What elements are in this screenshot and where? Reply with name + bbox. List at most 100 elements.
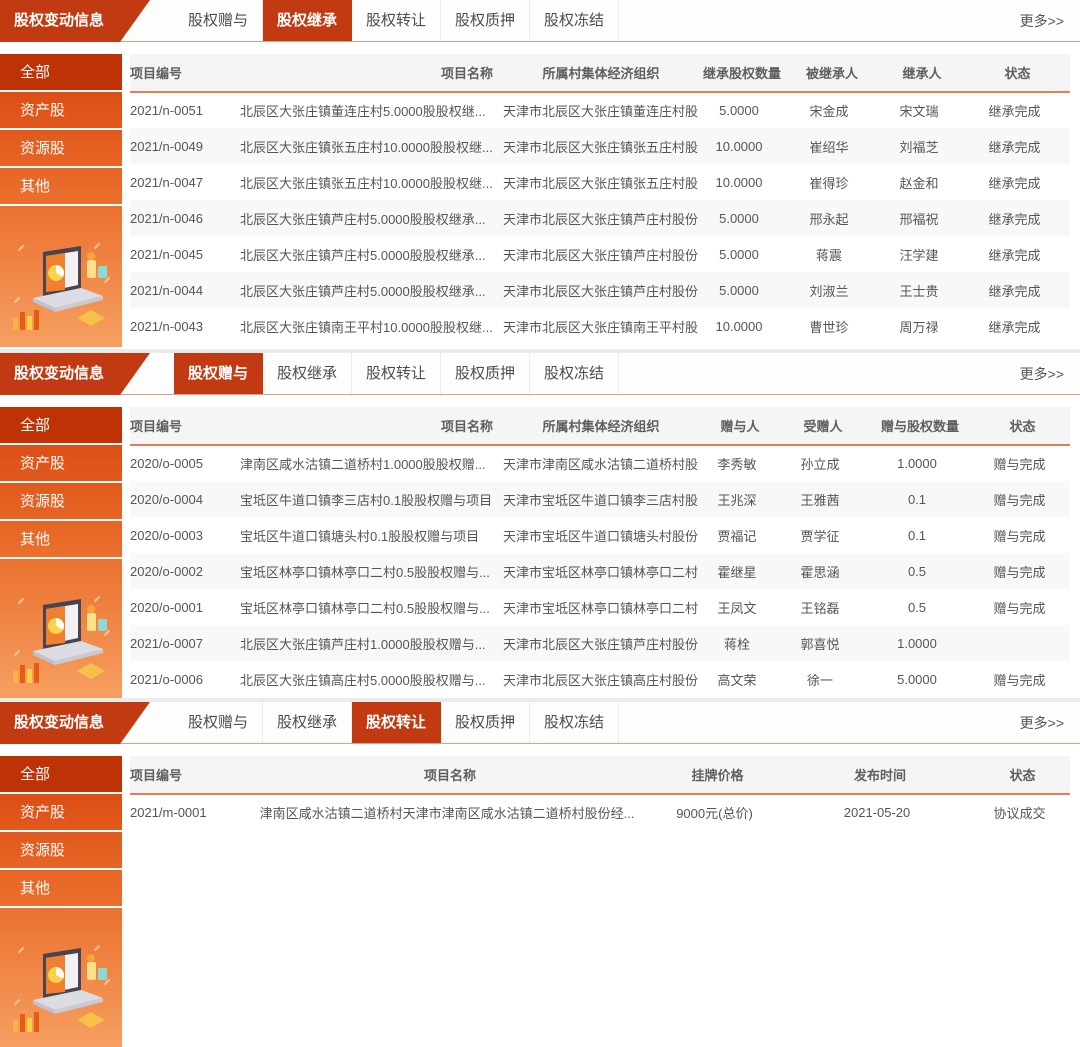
table-body: 2021/n-0051北辰区大张庄镇董连庄村5.0000股股权继...天津市北辰… — [130, 92, 1070, 344]
tab[interactable]: 股权质押 — [441, 0, 530, 42]
table-cell: 9000元(总价) — [650, 794, 785, 830]
table-cell: 天津市津南区咸水沽镇二道桥村股... — [503, 445, 699, 481]
column-header: 项目编号 — [130, 54, 240, 92]
table-row[interactable]: 2020/o-0003宝坻区牛道口镇塘头村0.1股股权赠与项目天津市宝坻区牛道口… — [130, 517, 1070, 553]
panel-header: 股权变动信息 股权赠与 股权继承 股权转让 股权质押 股权冻结 更多>> — [0, 353, 1080, 395]
sidebar-item[interactable]: 其他 — [0, 168, 122, 206]
table-row[interactable]: 2020/o-0005津南区咸水沽镇二道桥村1.0000股股权赠...天津市津南… — [130, 445, 1070, 481]
table-cell: 北辰区大张庄镇高庄村5.0000股股权赠与... — [240, 661, 503, 697]
table-row[interactable]: 2020/o-0001宝坻区林亭口镇林亭口二村0.5股股权赠与...天津市宝坻区… — [130, 589, 1070, 625]
table-cell: 2021/o-0007 — [130, 625, 240, 661]
sidebar-item[interactable]: 资产股 — [0, 794, 122, 832]
table-cell: 曹世珍 — [785, 308, 879, 344]
table-cell: 蒋栓 — [699, 625, 781, 661]
tab[interactable]: 股权质押 — [441, 702, 530, 744]
tab[interactable]: 股权质押 — [441, 353, 530, 395]
sidebar-item[interactable]: 全部 — [0, 54, 122, 92]
table-row[interactable]: 2021/n-0049北辰区大张庄镇张五庄村10.0000股股权继...天津市北… — [130, 128, 1070, 164]
table-cell: 赠与完成 — [975, 589, 1070, 625]
table-cell: 崔得珍 — [785, 164, 879, 200]
column-header: 项目编号 — [130, 756, 250, 794]
table-cell: 继承完成 — [965, 272, 1070, 308]
more-link[interactable]: 更多>> — [1020, 702, 1064, 744]
table-cell: 天津市北辰区大张庄镇芦庄村股份... — [503, 625, 699, 661]
sidebar-item[interactable]: 资产股 — [0, 445, 122, 483]
table-area: 项目编号项目名称所属村集体经济组织赠与人受赠人赠与股权数量状态 2020/o-0… — [122, 407, 1080, 698]
table-cell: 2021/n-0047 — [130, 164, 240, 200]
table-cell: 0.1 — [865, 481, 975, 517]
table-cell: 0.5 — [865, 553, 975, 589]
table-cell: 天津市宝坻区林亭口镇林亭口二村... — [503, 589, 699, 625]
table-cell: 王兆深 — [699, 481, 781, 517]
table-row[interactable]: 2020/o-0004宝坻区牛道口镇李三店村0.1股股权赠与项目天津市宝坻区牛道… — [130, 481, 1070, 517]
equity-change-panel-inheritance: 股权变动信息 股权赠与 股权继承 股权转让 股权质押 股权冻结 更多>> 全部 — [0, 0, 1080, 349]
table-row[interactable]: 2021/o-0006北辰区大张庄镇高庄村5.0000股股权赠与...天津市北辰… — [130, 661, 1070, 697]
table-cell: 刘淑兰 — [785, 272, 879, 308]
table-cell: 霍继星 — [699, 553, 781, 589]
sidebar-item[interactable]: 资源股 — [0, 832, 122, 870]
table-cell: 王铭磊 — [781, 589, 865, 625]
tab[interactable]: 股权冻结 — [530, 0, 619, 42]
table-cell: 天津市北辰区大张庄镇南王平村股... — [503, 308, 699, 344]
table-row[interactable]: 2021/n-0043北辰区大张庄镇南王平村10.0000股股权继...天津市北… — [130, 308, 1070, 344]
table-row[interactable]: 2021/n-0047北辰区大张庄镇张五庄村10.0000股股权继...天津市北… — [130, 164, 1070, 200]
table-cell: 2021/n-0045 — [130, 236, 240, 272]
table-cell: 2020/o-0005 — [130, 445, 240, 481]
sidebar-item[interactable]: 其他 — [0, 521, 122, 559]
column-header: 状态 — [975, 756, 1070, 794]
tab[interactable]: 股权继承 — [263, 353, 352, 395]
table-row[interactable]: 2020/o-0002宝坻区林亭口镇林亭口二村0.5股股权赠与...天津市宝坻区… — [130, 553, 1070, 589]
table-cell: 10.0000 — [699, 308, 785, 344]
tab[interactable]: 股权继承 — [263, 0, 352, 42]
table-cell: 继承完成 — [965, 128, 1070, 164]
table-cell: 10.0000 — [699, 164, 785, 200]
table-area: 项目编号项目名称挂牌价格发布时间状态 2021/m-0001津南区咸水沽镇二道桥… — [122, 756, 1080, 1047]
more-link[interactable]: 更多>> — [1020, 353, 1064, 395]
more-link[interactable]: 更多>> — [1020, 0, 1064, 42]
sidebar-item[interactable]: 资产股 — [0, 92, 122, 130]
table-cell: 5.0000 — [699, 200, 785, 236]
tab-bar: 股权赠与 股权继承 股权转让 股权质押 股权冻结 — [174, 0, 619, 42]
tab-bar: 股权赠与 股权继承 股权转让 股权质押 股权冻结 — [174, 353, 619, 395]
panel-content: 全部 资产股 资源股 其他 — [0, 756, 1080, 1047]
table-row[interactable]: 2021/n-0045北辰区大张庄镇芦庄村5.0000股股权继承...天津市北辰… — [130, 236, 1070, 272]
tab-bar: 股权赠与 股权继承 股权转让 股权质押 股权冻结 — [174, 702, 619, 744]
table-row[interactable]: 2021/m-0001津南区咸水沽镇二道桥村天津市津南区咸水沽镇二道桥村股份经.… — [130, 794, 1070, 830]
table-row[interactable]: 2021/n-0051北辰区大张庄镇董连庄村5.0000股股权继...天津市北辰… — [130, 92, 1070, 128]
table-cell: 5.0000 — [699, 236, 785, 272]
sidebar-item[interactable]: 全部 — [0, 407, 122, 445]
table-cell: 北辰区大张庄镇张五庄村10.0000股股权继... — [240, 164, 503, 200]
tab[interactable]: 股权转让 — [352, 702, 441, 744]
section-title-ribbon: 股权变动信息 — [0, 0, 150, 42]
sidebar-item[interactable]: 资源股 — [0, 483, 122, 521]
tab[interactable]: 股权继承 — [263, 702, 352, 744]
table-row[interactable]: 2021/n-0046北辰区大张庄镇芦庄村5.0000股股权继承...天津市北辰… — [130, 200, 1070, 236]
table-cell: 继承完成 — [965, 200, 1070, 236]
table-cell: 天津市北辰区大张庄镇芦庄村股份... — [503, 236, 699, 272]
equity-change-panel-gift: 股权变动信息 股权赠与 股权继承 股权转让 股权质押 股权冻结 更多>> 全部 — [0, 349, 1080, 698]
table-row[interactable]: 2021/n-0044北辰区大张庄镇芦庄村5.0000股股权继承...天津市北辰… — [130, 272, 1070, 308]
column-header: 继承人 — [879, 54, 965, 92]
tab[interactable]: 股权冻结 — [530, 353, 619, 395]
table-cell: 汪学建 — [879, 236, 965, 272]
column-header: 项目名称 — [250, 756, 650, 794]
sidebar-item[interactable]: 全部 — [0, 756, 122, 794]
table-cell: 津南区咸水沽镇二道桥村天津市津南区咸水沽镇二道桥村股份经... — [250, 794, 650, 830]
table-cell: 李秀敏 — [699, 445, 781, 481]
sidebar-menu: 全部 资产股 资源股 其他 — [0, 756, 122, 908]
tab[interactable]: 股权转让 — [352, 353, 441, 395]
table-header-row: 项目编号项目名称所属村集体经济组织赠与人受赠人赠与股权数量状态 — [130, 407, 1070, 445]
sidebar-item[interactable]: 其他 — [0, 870, 122, 908]
table-cell: 北辰区大张庄镇芦庄村5.0000股股权继承... — [240, 200, 503, 236]
tab[interactable]: 股权转让 — [352, 0, 441, 42]
tab[interactable]: 股权冻结 — [530, 702, 619, 744]
tab[interactable]: 股权赠与 — [174, 353, 263, 395]
column-header: 项目名称 — [240, 407, 503, 445]
table-row[interactable]: 2021/o-0007北辰区大张庄镇芦庄村1.0000股股权赠与...天津市北辰… — [130, 625, 1070, 661]
tab[interactable]: 股权赠与 — [174, 0, 263, 42]
column-header: 所属村集体经济组织 — [503, 407, 699, 445]
tab[interactable]: 股权赠与 — [174, 702, 263, 744]
sidebar-menu: 全部 资产股 资源股 其他 — [0, 407, 122, 559]
column-header: 被继承人 — [785, 54, 879, 92]
sidebar-item[interactable]: 资源股 — [0, 130, 122, 168]
